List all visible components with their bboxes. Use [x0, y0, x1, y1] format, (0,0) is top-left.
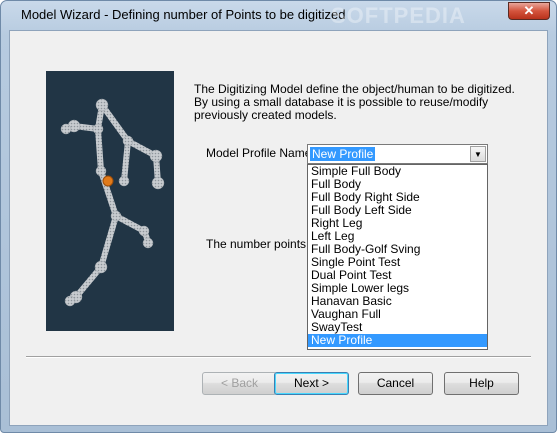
model-figure-image	[46, 71, 174, 331]
wizard-description: The Digitizing Model define the object/h…	[194, 82, 515, 122]
dropdown-button[interactable]: ▼	[470, 146, 486, 162]
button-separator	[26, 356, 531, 358]
chevron-down-icon: ▼	[474, 150, 482, 159]
profile-name-label: Model Profile Name	[206, 146, 312, 160]
cancel-button[interactable]: Cancel	[358, 372, 433, 395]
close-button[interactable]: ✕	[508, 2, 550, 20]
profile-name-combobox[interactable]: New Profile ▼	[307, 144, 488, 164]
profile-name-value: New Profile	[310, 147, 376, 161]
model-wizard-window: Model Wizard - Defining number of Points…	[0, 0, 557, 433]
close-icon: ✕	[523, 3, 535, 18]
window-title: Model Wizard - Defining number of Points…	[21, 7, 346, 22]
next-button[interactable]: Next >	[274, 372, 349, 395]
wizard-body: The Digitizing Model define the object/h…	[9, 30, 548, 426]
title-bar[interactable]: Model Wizard - Defining number of Points…	[1, 1, 556, 28]
points-count-label: The number points to	[206, 237, 320, 251]
help-button[interactable]: Help	[444, 372, 519, 395]
dropdown-option-new-profile[interactable]: New Profile	[308, 334, 487, 347]
stick-figure-illustration	[60, 98, 165, 307]
profile-dropdown-list[interactable]: Simple Full Body Full Body Full Body Rig…	[307, 164, 488, 350]
watermark: SOFTPEDIA	[331, 3, 466, 28]
back-button[interactable]: < Back	[202, 372, 277, 395]
selected-point-marker	[102, 175, 114, 187]
